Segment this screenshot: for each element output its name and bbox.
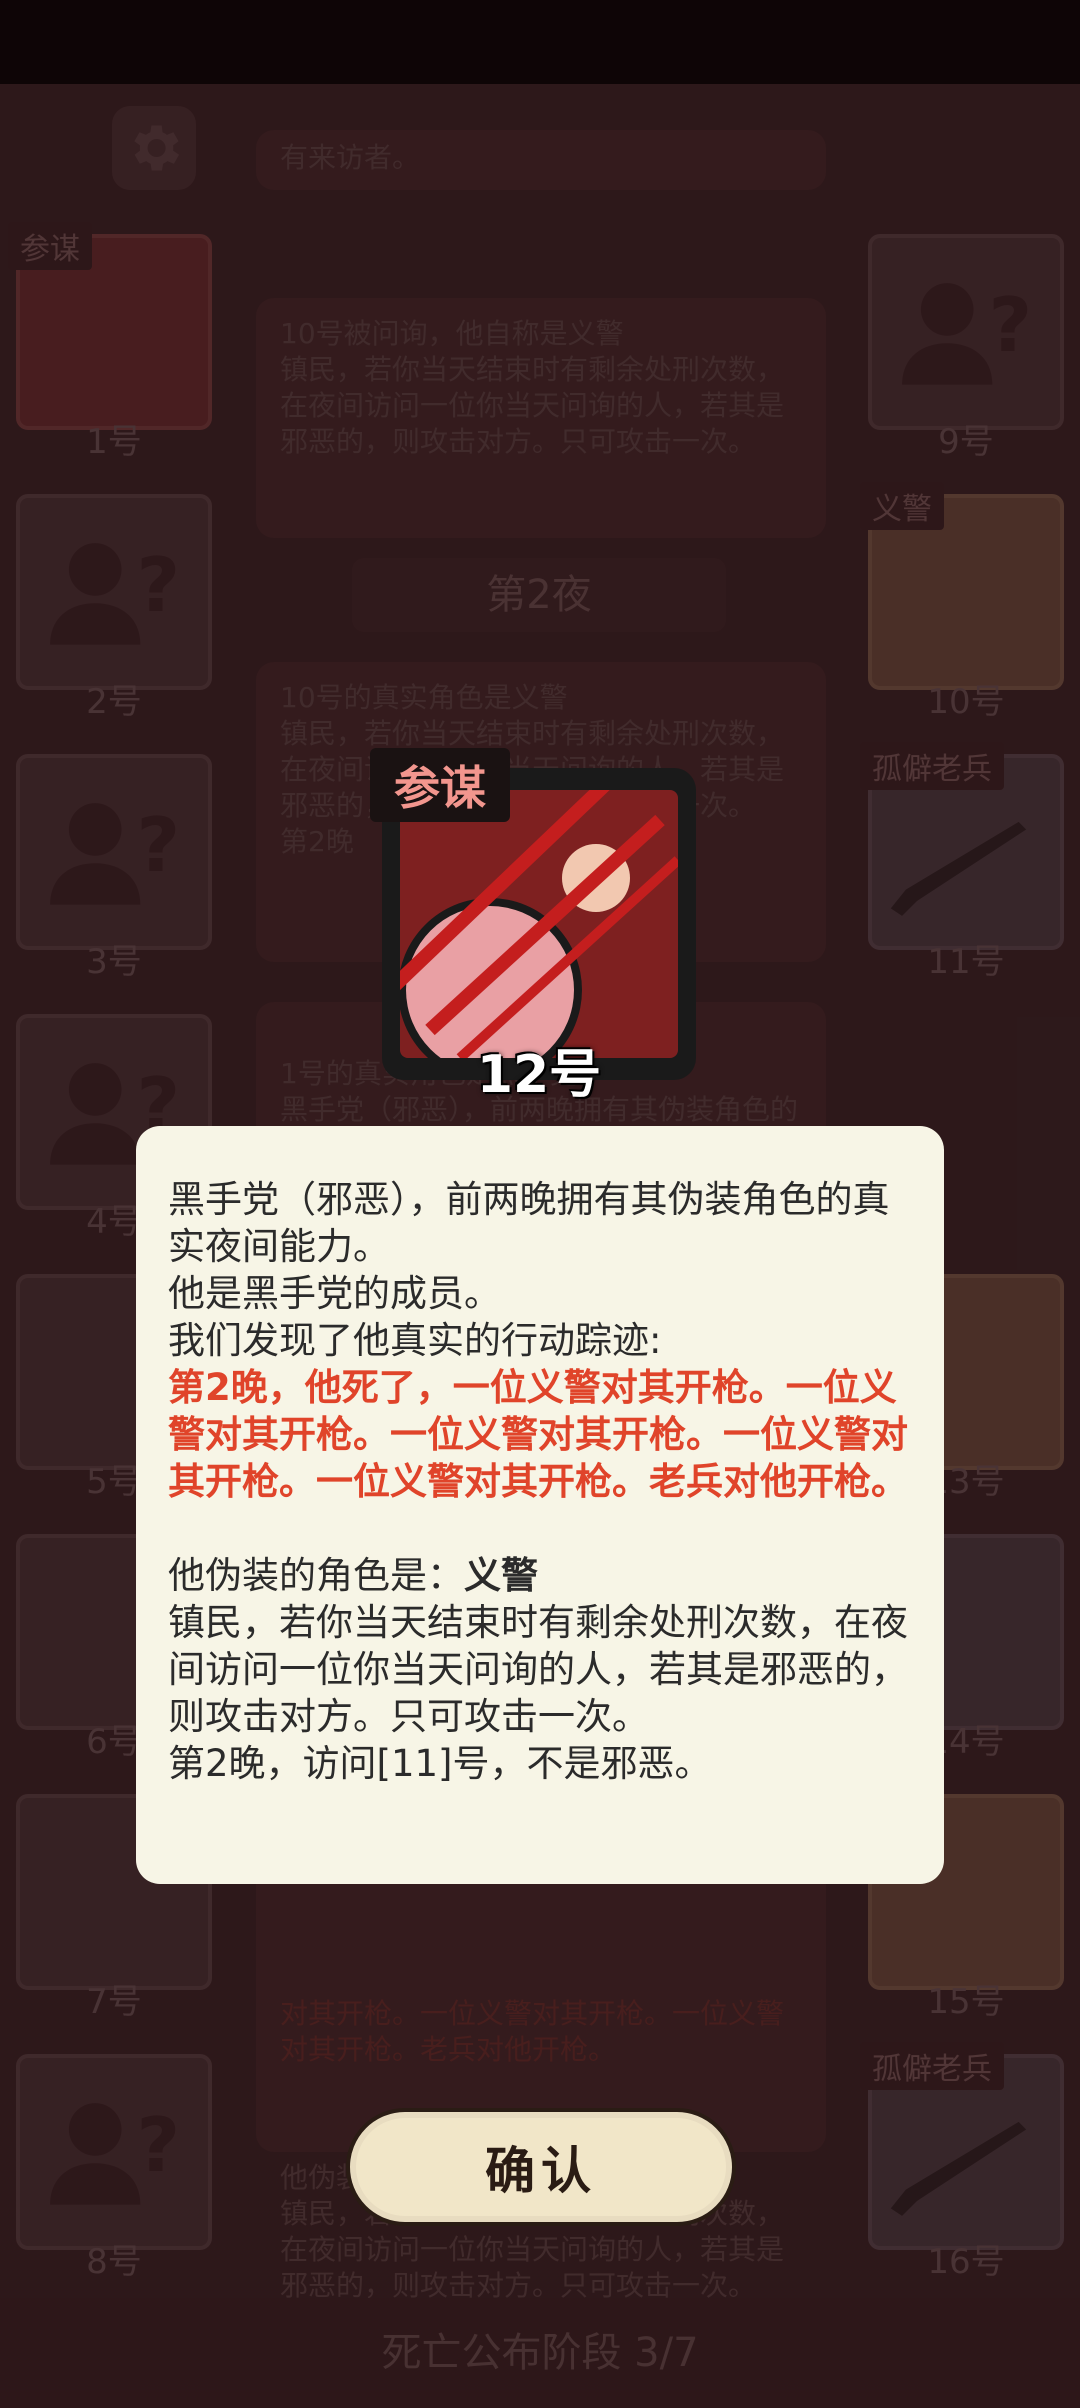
disguise-role: 义警 [464, 1554, 538, 1597]
dialog-line: 我们发现了他真实的行动踪迹: [168, 1319, 662, 1362]
dialog-line: 黑手党（邪恶），前两晚拥有其伪装角色的真实夜间能力。 [168, 1178, 890, 1268]
disguise-line: 他伪装的角色是：义警 [168, 1552, 910, 1599]
disguise-prefix: 他伪装的角色是： [168, 1554, 464, 1597]
confirm-button[interactable]: 确认 [346, 2108, 736, 2226]
dialog-line: 他是黑手党的成员。 [168, 1272, 501, 1315]
portrait-image [400, 790, 678, 1058]
player-portrait: 参谋 12号 [370, 748, 696, 1105]
visit-line: 第2晚，访问[11]号，不是邪恶。 [168, 1742, 712, 1785]
disguise-description: 镇民，若你当天结束时有剩余处刑次数，在夜间访问一位你当天问询的人，若其是邪恶的，… [168, 1601, 908, 1738]
portrait-role-tag: 参谋 [370, 748, 510, 822]
portrait-number: 12号 [476, 1045, 602, 1105]
character-portrait-icon [400, 790, 678, 1058]
role-info-dialog: 黑手党（邪恶），前两晚拥有其伪装角色的真实夜间能力。 他是黑手党的成员。 我们发… [136, 1126, 944, 1884]
action-trace-text: 第2晚，他死了，一位义警对其开枪。一位义警对其开枪。一位义警对其开枪。一位义警对… [168, 1366, 908, 1503]
